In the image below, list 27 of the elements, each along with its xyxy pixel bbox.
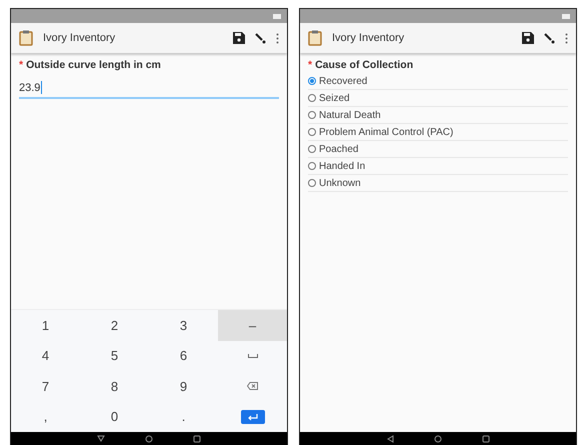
question-label: Cause of Collection [315,59,414,71]
option-label[interactable]: Unknown [319,178,361,188]
keyboard-key[interactable]: 1 [11,310,80,340]
keyboard-key[interactable]: 0 [80,402,149,432]
option-label[interactable]: Handed In [319,160,366,172]
keyboard-key[interactable]: , [11,402,80,432]
keyboard-key[interactable]: . [149,402,218,432]
required-mark: * [308,59,312,71]
keyboard-key[interactable]: 8 [80,371,149,402]
keyboard-key[interactable]: 9 [149,371,218,402]
option-label[interactable]: Natural Death [319,110,381,120]
option-label[interactable]: Recovered [319,76,368,86]
keyboard-key[interactable]: 5 [80,340,149,371]
keyboard-key[interactable]: 6 [149,340,218,371]
required-mark: * [19,59,24,71]
app-title: Ivory Inventory [332,32,406,44]
question-label: Outside curve length in cm [26,59,161,71]
keyboard-key[interactable]: 3 [149,310,218,340]
option-label[interactable]: Seized [319,92,350,104]
option-label[interactable]: Poached [319,144,358,154]
keyboard-key[interactable]: 4 [11,340,80,371]
keyboard-key[interactable]: – [218,310,287,340]
option-label[interactable]: Problem Animal Control (PAC) [319,126,454,138]
keyboard-key[interactable]: 7 [11,371,80,402]
app-title: Ivory Inventory [43,32,116,44]
keyboard-key[interactable]: 2 [80,310,149,340]
number-input[interactable]: 23.9 [19,79,279,99]
